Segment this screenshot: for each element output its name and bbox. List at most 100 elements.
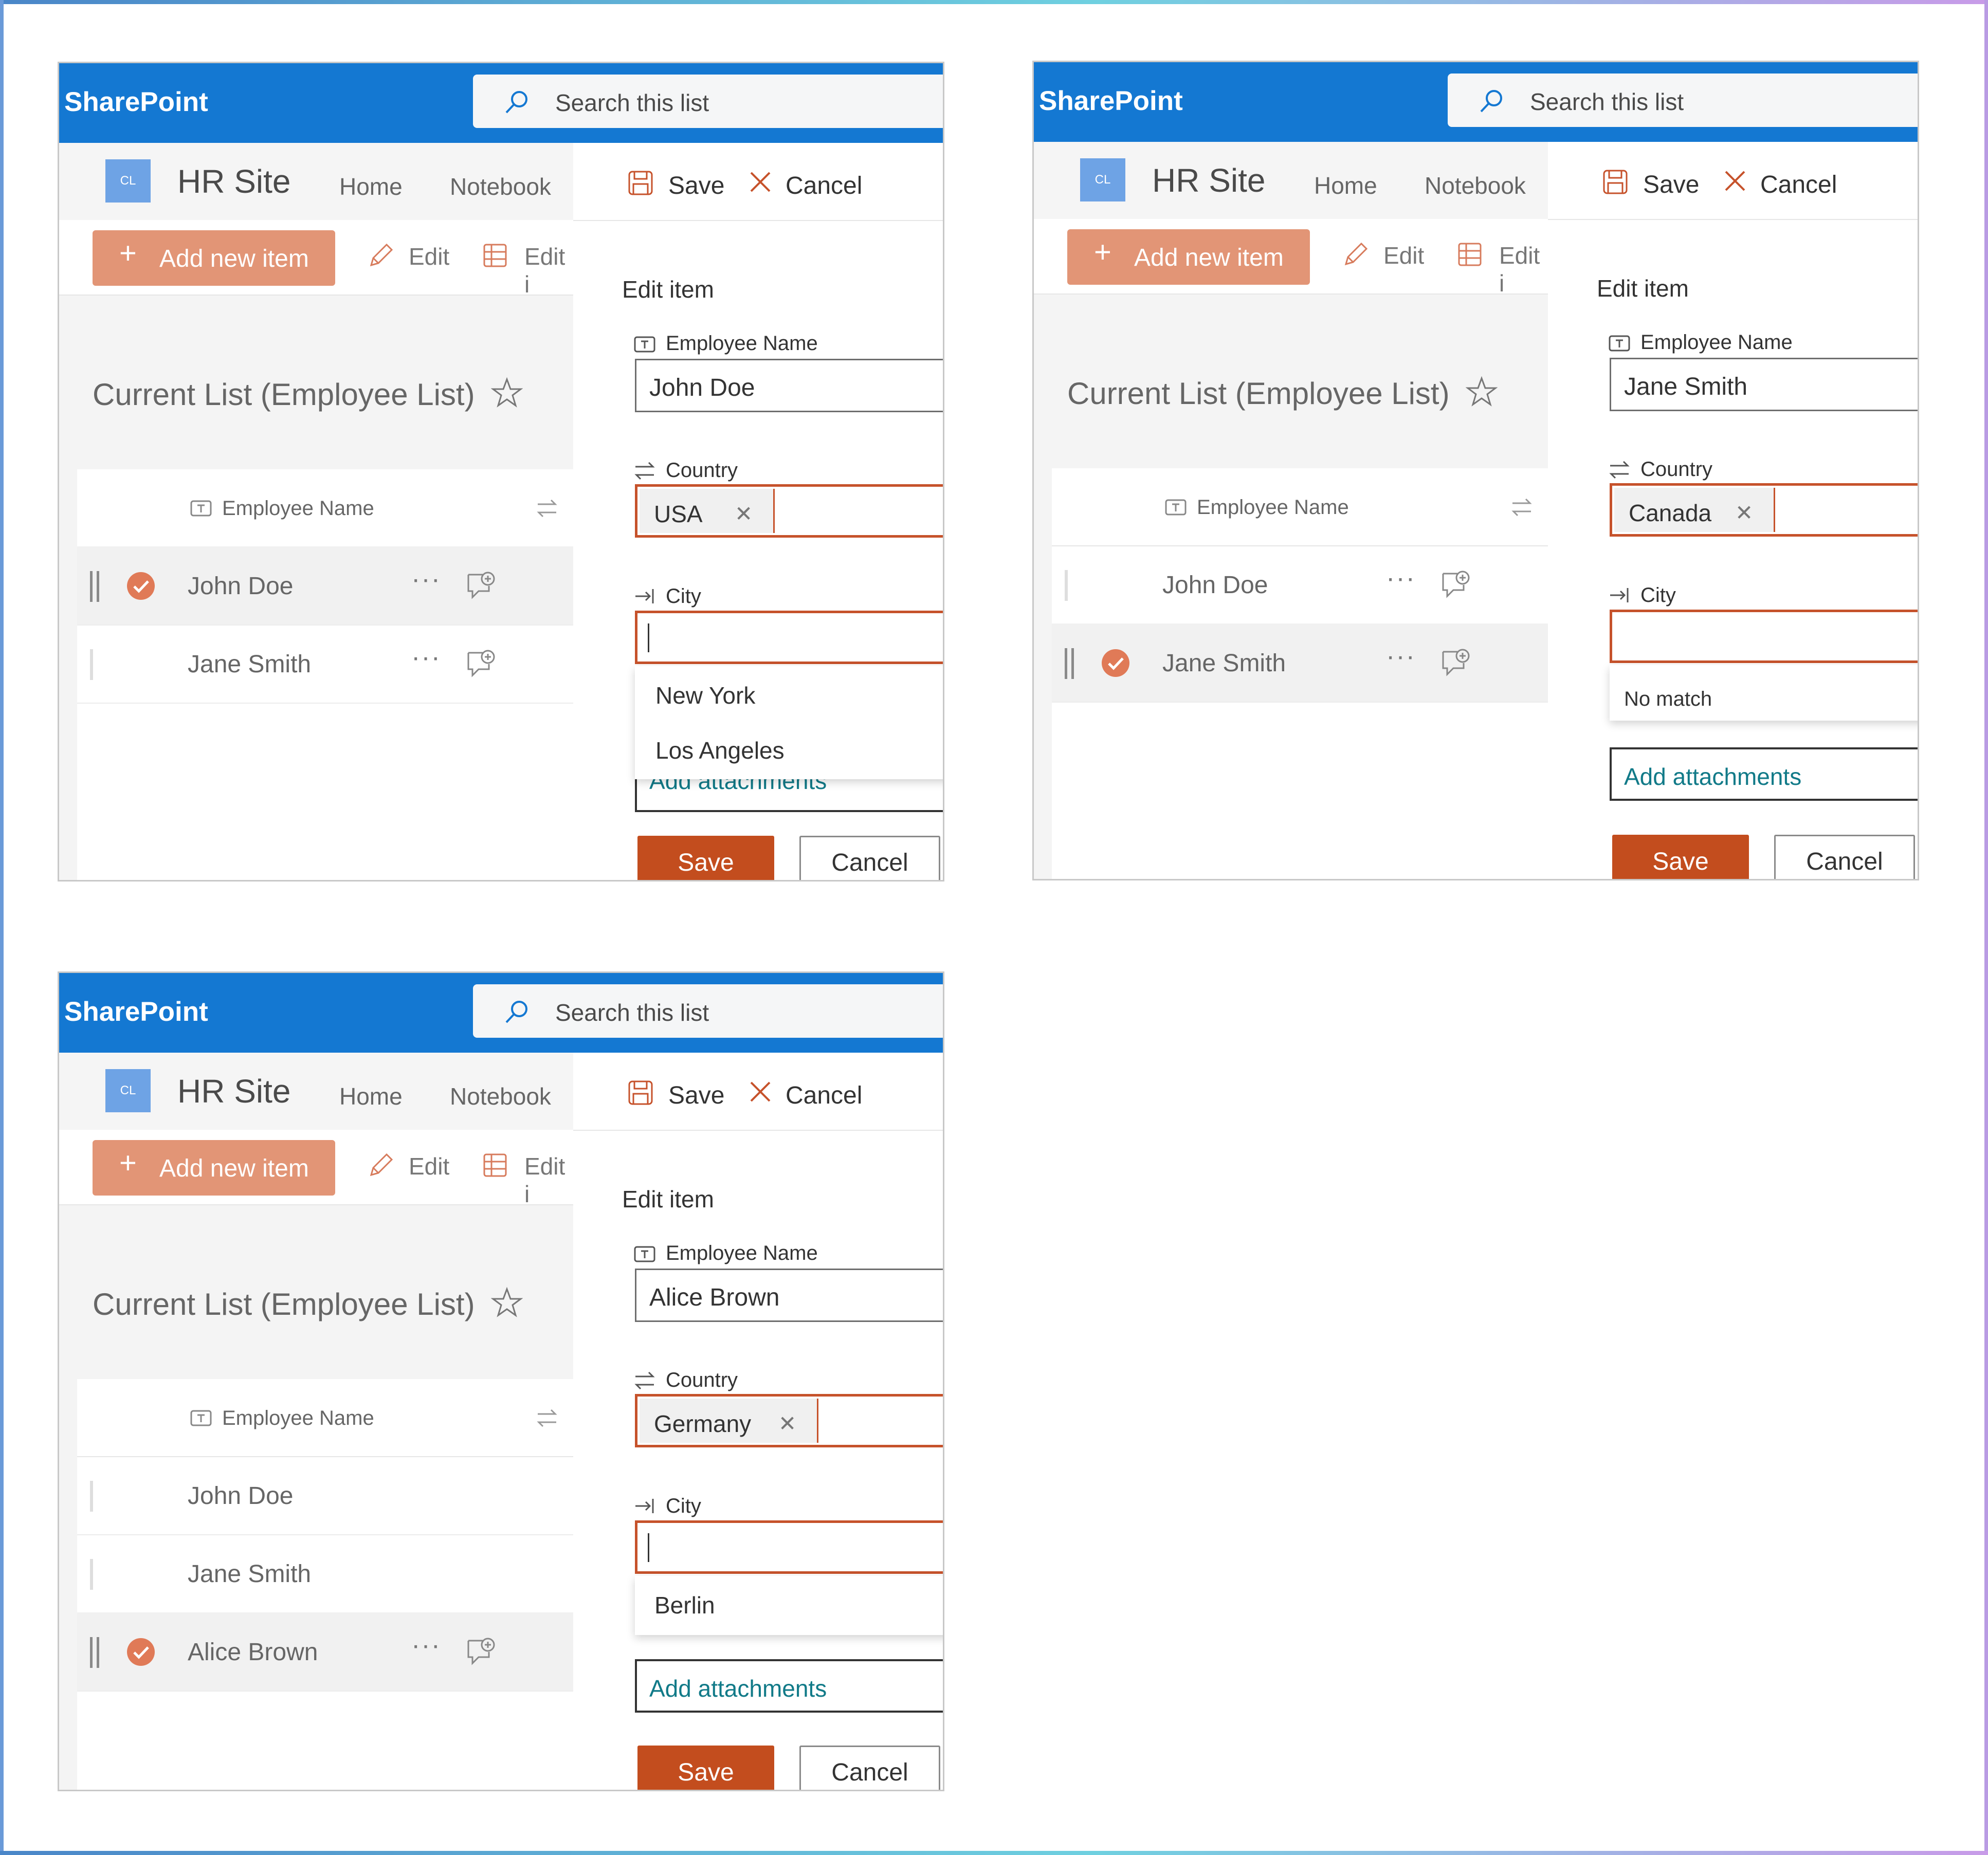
city-lookup-field[interactable]	[635, 1520, 943, 1574]
comment-add-icon[interactable]	[1440, 568, 1472, 600]
close-icon[interactable]	[1723, 169, 1747, 193]
search-input[interactable]: Search this list	[473, 75, 943, 128]
table-row[interactable]: John Doe	[77, 1456, 573, 1535]
check-circle-icon[interactable]	[126, 1637, 156, 1667]
drag-handle[interactable]	[1065, 570, 1068, 601]
column-header-employee-name[interactable]: Employee Name	[222, 1407, 374, 1430]
employee-name-cell[interactable]: John Doe	[188, 1482, 293, 1510]
employee-name-cell[interactable]: Jane Smith	[188, 650, 311, 678]
edit-in-grid-view-button[interactable]: Edit i	[1499, 242, 1548, 297]
table-row[interactable]: John Doe ···	[77, 546, 573, 626]
nav-home-link[interactable]: Home	[339, 173, 403, 200]
drag-handle[interactable]	[90, 1481, 93, 1512]
comment-add-icon[interactable]	[465, 648, 497, 679]
remove-icon[interactable]: ✕	[1735, 500, 1753, 525]
site-logo[interactable]: CL	[105, 1069, 151, 1112]
cancel-command[interactable]: Cancel	[1760, 171, 1837, 199]
save-button[interactable]: Save	[637, 836, 774, 880]
comment-add-icon[interactable]	[1440, 647, 1472, 678]
save-icon[interactable]	[627, 1079, 654, 1106]
add-new-item-button[interactable]: + Add new item	[1067, 229, 1310, 285]
column-header-employee-name[interactable]: Employee Name	[222, 497, 374, 520]
table-row[interactable]: Jane Smith	[77, 1534, 573, 1613]
grid-view-icon[interactable]	[482, 1152, 508, 1178]
nav-notebook-link[interactable]: Notebook	[450, 173, 551, 200]
site-logo[interactable]: CL	[1080, 158, 1125, 201]
cancel-command[interactable]: Cancel	[786, 1081, 862, 1110]
add-new-item-button[interactable]: + Add new item	[93, 230, 335, 286]
site-title[interactable]: HR Site	[177, 1072, 291, 1110]
edit-button[interactable]: Edit	[409, 243, 449, 270]
grid-view-icon[interactable]	[482, 243, 508, 268]
save-button[interactable]: Save	[1612, 835, 1749, 879]
star-icon[interactable]	[1466, 376, 1498, 408]
country-lookup-field[interactable]: Germany ✕	[635, 1394, 943, 1447]
country-lookup-field[interactable]: Canada ✕	[1610, 483, 1918, 537]
more-options-icon[interactable]: ···	[1386, 641, 1416, 672]
employee-name-cell[interactable]: John Doe	[1162, 571, 1268, 599]
table-row[interactable]: Jane Smith ···	[1052, 623, 1548, 703]
grid-view-icon[interactable]	[1457, 242, 1483, 267]
cancel-command[interactable]: Cancel	[786, 172, 862, 200]
employee-name-field[interactable]: Jane Smith	[1610, 358, 1918, 411]
country-lookup-field[interactable]: USA ✕	[635, 484, 943, 538]
close-icon[interactable]	[748, 1079, 773, 1104]
nav-home-link[interactable]: Home	[1314, 172, 1377, 199]
more-options-icon[interactable]: ···	[411, 1630, 441, 1661]
save-icon[interactable]	[627, 170, 654, 196]
add-attachments-field[interactable]: Add attachments	[635, 1659, 943, 1713]
sharepoint-brand[interactable]: SharePoint	[64, 996, 208, 1027]
employee-name-cell[interactable]: Jane Smith	[188, 1560, 311, 1588]
comment-add-icon[interactable]	[465, 1636, 497, 1667]
edit-button[interactable]: Edit	[1383, 242, 1424, 269]
nav-notebook-link[interactable]: Notebook	[450, 1082, 551, 1110]
sharepoint-brand[interactable]: SharePoint	[1039, 85, 1183, 117]
check-circle-icon[interactable]	[1101, 648, 1130, 678]
employee-name-field[interactable]: John Doe	[635, 359, 943, 412]
employee-name-cell[interactable]: Alice Brown	[188, 1638, 318, 1666]
sharepoint-brand[interactable]: SharePoint	[64, 86, 208, 118]
drag-handle[interactable]	[90, 1637, 99, 1668]
pencil-icon[interactable]	[1340, 240, 1371, 270]
table-row[interactable]: Jane Smith ···	[77, 625, 573, 704]
city-lookup-field[interactable]	[635, 611, 943, 664]
save-button[interactable]: Save	[637, 1746, 774, 1790]
add-new-item-button[interactable]: + Add new item	[93, 1140, 335, 1196]
save-command[interactable]: Save	[668, 1081, 724, 1110]
drag-handle[interactable]	[1065, 648, 1074, 679]
site-logo[interactable]: CL	[105, 159, 151, 203]
cancel-button[interactable]: Cancel	[1774, 835, 1915, 879]
save-command[interactable]: Save	[1643, 171, 1699, 199]
nav-home-link[interactable]: Home	[339, 1082, 403, 1110]
employee-name-cell[interactable]: John Doe	[188, 572, 293, 600]
add-attachments-field[interactable]: Add attachments	[1610, 747, 1918, 801]
drag-handle[interactable]	[90, 571, 99, 602]
drag-handle[interactable]	[90, 649, 93, 680]
close-icon[interactable]	[748, 170, 773, 194]
star-icon[interactable]	[491, 1287, 523, 1318]
table-row[interactable]: Alice Brown ···	[77, 1612, 573, 1692]
more-options-icon[interactable]: ···	[411, 642, 441, 673]
check-circle-icon[interactable]	[126, 571, 156, 601]
nav-notebook-link[interactable]: Notebook	[1425, 172, 1526, 199]
drag-handle[interactable]	[90, 1559, 93, 1590]
save-command[interactable]: Save	[668, 172, 724, 200]
site-title[interactable]: HR Site	[1152, 161, 1266, 199]
suggestion-option[interactable]: Berlin	[654, 1591, 715, 1619]
employee-name-field[interactable]: Alice Brown	[635, 1269, 943, 1322]
more-options-icon[interactable]: ···	[1386, 563, 1416, 594]
cancel-button[interactable]: Cancel	[799, 1746, 940, 1790]
remove-icon[interactable]: ✕	[778, 1411, 796, 1436]
add-attachments-link[interactable]: Add attachments	[649, 1675, 827, 1702]
search-input[interactable]: Search this list	[473, 984, 943, 1038]
more-options-icon[interactable]: ···	[411, 564, 441, 595]
edit-button[interactable]: Edit	[409, 1152, 449, 1180]
pencil-icon[interactable]	[365, 241, 396, 271]
save-icon[interactable]	[1602, 169, 1629, 195]
add-attachments-link[interactable]: Add attachments	[1624, 763, 1801, 791]
star-icon[interactable]	[491, 377, 523, 409]
column-header-employee-name[interactable]: Employee Name	[1197, 496, 1349, 519]
suggestion-option[interactable]: New York	[655, 682, 755, 709]
remove-icon[interactable]: ✕	[735, 501, 753, 526]
suggestion-option[interactable]: Los Angeles	[655, 737, 785, 764]
